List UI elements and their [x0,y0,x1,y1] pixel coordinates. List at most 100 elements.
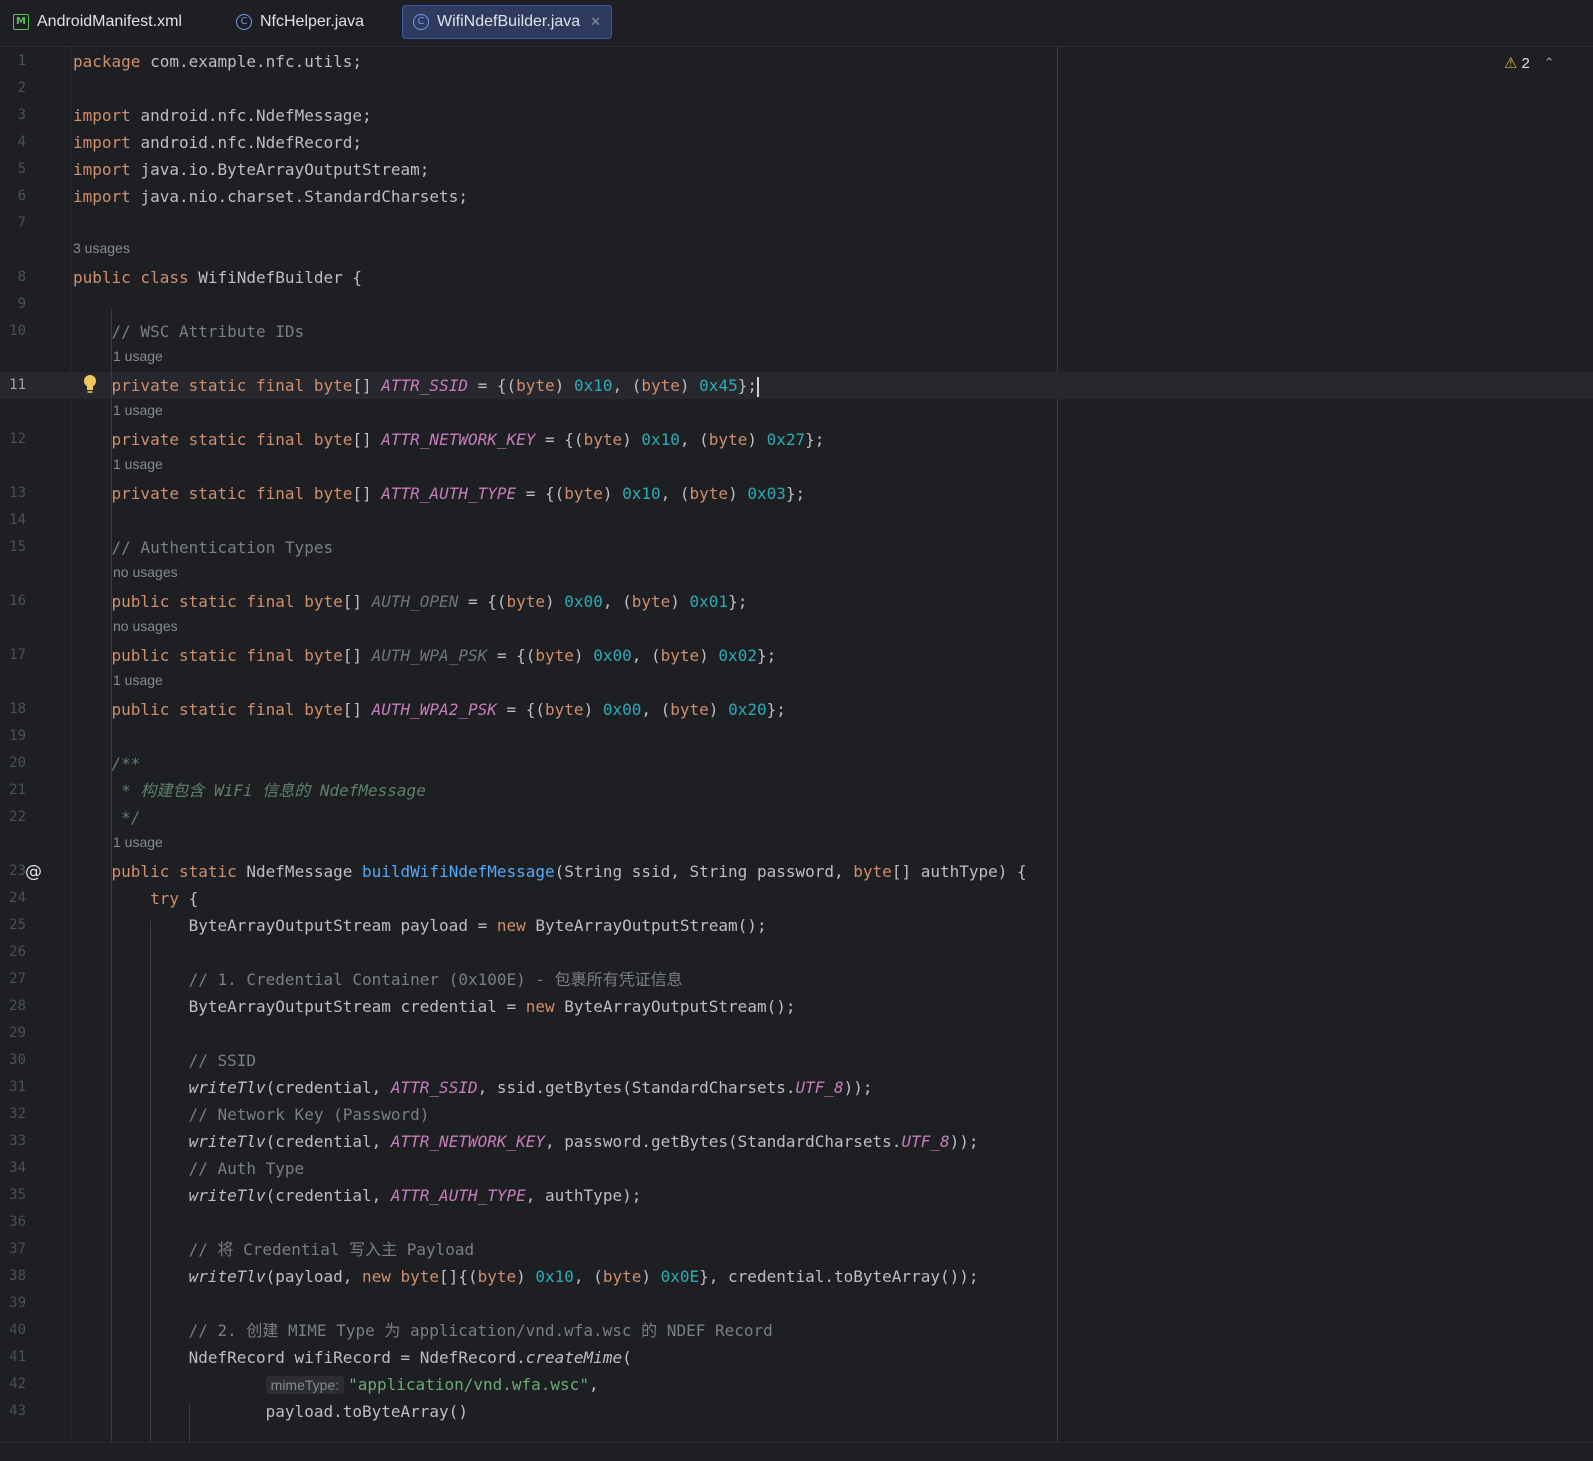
line-number: 23 [9,863,26,879]
code-line[interactable]: 18 public static final byte[] AUTH_WPA2_… [0,696,1593,723]
usages-hint[interactable]: 1 usage [113,348,163,364]
code-line[interactable]: 36 [0,1209,1593,1236]
code-line[interactable]: 23 public static NdefMessage buildWifiNd… [0,858,1593,885]
code-token: UTF_8 [901,1132,950,1151]
code-line[interactable]: 30 // SSID [0,1047,1593,1074]
code-line[interactable]: 37 // 将 Credential 写入主 Payload [0,1236,1593,1263]
code-token: AUTH_WPA2_PSK [371,700,497,719]
code-line[interactable]: 10 // WSC Attribute IDs [0,318,1593,345]
line-number: 8 [17,269,26,285]
code-line[interactable]: 4 import android.nfc.NdefRecord; [0,129,1593,156]
close-icon[interactable]: ✕ [590,15,601,30]
code-token: ATTR_SSID [381,376,468,395]
code-token: NdefRecord wifiRecord = NdefRecord. [73,1348,526,1367]
code-token: NdefMessage [236,862,362,881]
code-text: ByteArrayOutputStream credential = new B… [73,993,796,1020]
manifest-icon: M [13,14,29,30]
usages-hint[interactable]: no usages [113,618,178,634]
chevron-up-icon[interactable]: ⌃ [1544,56,1555,71]
code-editor[interactable]: 1 package com.example.nfc.utils; 2 3 import … [0,47,1593,1442]
code-line[interactable]: 42 mimeType: "application/vnd.wfa.wsc", [0,1371,1593,1398]
tab-nfchelper[interactable]: C NfcHelper.java [226,5,374,39]
usages-hint[interactable]: no usages [113,564,178,580]
line-number: 12 [9,431,26,447]
code-token: , ( [641,700,671,719]
code-token: byte [689,484,729,503]
line-number: 17 [9,647,26,663]
code-token: [] [352,430,382,449]
code-token: writeTlv [73,1186,266,1205]
code-line[interactable]: 31 writeTlv(credential, ATTR_SSID, ssid.… [0,1074,1593,1101]
code-text: import java.nio.charset.StandardCharsets… [73,183,468,210]
code-line[interactable]: 14 [0,507,1593,534]
code-text: // Authentication Types [73,534,334,561]
code-line[interactable]: 28 ByteArrayOutputStream credential = ne… [0,993,1593,1020]
code-line[interactable]: 27 // 1. Credential Container (0x100E) -… [0,966,1593,993]
code-line[interactable]: 12 private static final byte[] ATTR_NETW… [0,426,1593,453]
line-number: 38 [9,1268,26,1284]
code-line[interactable]: 6 import java.nio.charset.StandardCharset… [0,183,1593,210]
code-token: byte [670,700,709,719]
usages-hint[interactable]: 1 usage [113,456,163,472]
code-line[interactable]: 8 public class WifiNdefBuilder { [0,264,1593,291]
code-token: , ( [573,1267,603,1286]
code-line[interactable]: 21 * 构建包含 WiFi 信息的 NdefMessage [0,777,1593,804]
code-line[interactable]: 5 import java.io.ByteArrayOutputStream; [0,156,1593,183]
code-line[interactable]: 38 writeTlv(payload, new byte[]{(byte) 0… [0,1263,1593,1290]
code-line[interactable]: 32 // Network Key (Password) [0,1101,1593,1128]
code-line[interactable]: 43 payload.toByteArray() [0,1398,1593,1425]
code-line[interactable]: 1 package com.example.nfc.utils; [0,48,1593,75]
code-line[interactable]: 3 import android.nfc.NdefMessage; [0,102,1593,129]
code-line[interactable]: 9 [0,291,1593,318]
code-line[interactable]: 35 writeTlv(credential, ATTR_AUTH_TYPE, … [0,1182,1593,1209]
code-token: , authType); [525,1186,642,1205]
code-line[interactable]: 11 private static final byte[] ATTR_SSID… [0,372,1593,399]
code-text: private static final byte[] ATTR_SSID = … [73,372,759,399]
code-line[interactable]: 7 [0,210,1593,237]
code-line[interactable]: 33 writeTlv(credential, ATTR_NETWORK_KEY… [0,1128,1593,1155]
code-token: (String ssid, String password, [554,862,854,881]
code-line[interactable]: 25 ByteArrayOutputStream payload = new B… [0,912,1593,939]
code-token: payload.toByteArray() [73,1402,468,1421]
code-line[interactable]: 22 */ [0,804,1593,831]
code-line[interactable]: 26 [0,939,1593,966]
line-number: 31 [9,1079,26,1095]
code-text: writeTlv(credential, ATTR_NETWORK_KEY, p… [73,1128,979,1155]
implementation-gutter-icon[interactable]: @ [25,862,42,882]
code-text: // Auth Type [73,1155,305,1182]
code-token: )); [949,1132,979,1151]
code-token: = {( [535,430,584,449]
code-line[interactable]: 29 [0,1020,1593,1047]
code-token: 0x10 [622,484,661,503]
tab-android-manifest[interactable]: M AndroidManifest.xml [3,5,192,39]
code-token: }; [766,700,786,719]
usages-hint[interactable]: 1 usage [113,402,163,418]
lightbulb-icon[interactable] [82,374,98,394]
code-line[interactable]: 17 public static final byte[] AUTH_WPA_P… [0,642,1593,669]
code-line[interactable]: 24 try { [0,885,1593,912]
line-number: 19 [9,728,26,744]
code-line[interactable]: 15 // Authentication Types [0,534,1593,561]
usages-hint[interactable]: 1 usage [113,834,163,850]
code-token: [] [342,646,372,665]
code-line[interactable]: 40 // 2. 创建 MIME Type 为 application/vnd.… [0,1317,1593,1344]
code-line[interactable]: 34 // Auth Type [0,1155,1593,1182]
code-line[interactable]: 19 [0,723,1593,750]
code-line[interactable]: 13 private static final byte[] ATTR_AUTH… [0,480,1593,507]
code-line[interactable]: 39 [0,1290,1593,1317]
code-token: 0x00 [593,646,632,665]
code-token: ) [747,430,767,449]
code-token: // WSC Attribute IDs [73,322,305,341]
inspection-widget[interactable]: ⚠ 2 ⌃ [1504,54,1555,72]
code-line[interactable]: 41 NdefRecord wifiRecord = NdefRecord.cr… [0,1344,1593,1371]
tab-wifindefbuilder[interactable]: C WifiNdefBuilder.java ✕ [402,5,613,39]
code-text: payload.toByteArray() [73,1398,468,1425]
code-line[interactable]: 2 [0,75,1593,102]
more-tabs-icon[interactable]: ⋮ [1589,8,1593,22]
usages-hint[interactable]: 1 usage [113,672,163,688]
code-token: }; [805,430,825,449]
code-line[interactable]: 16 public static final byte[] AUTH_OPEN … [0,588,1593,615]
usages-hint[interactable]: 3 usages [73,240,130,256]
code-line[interactable]: 20 /** [0,750,1593,777]
line-number: 5 [17,161,26,177]
